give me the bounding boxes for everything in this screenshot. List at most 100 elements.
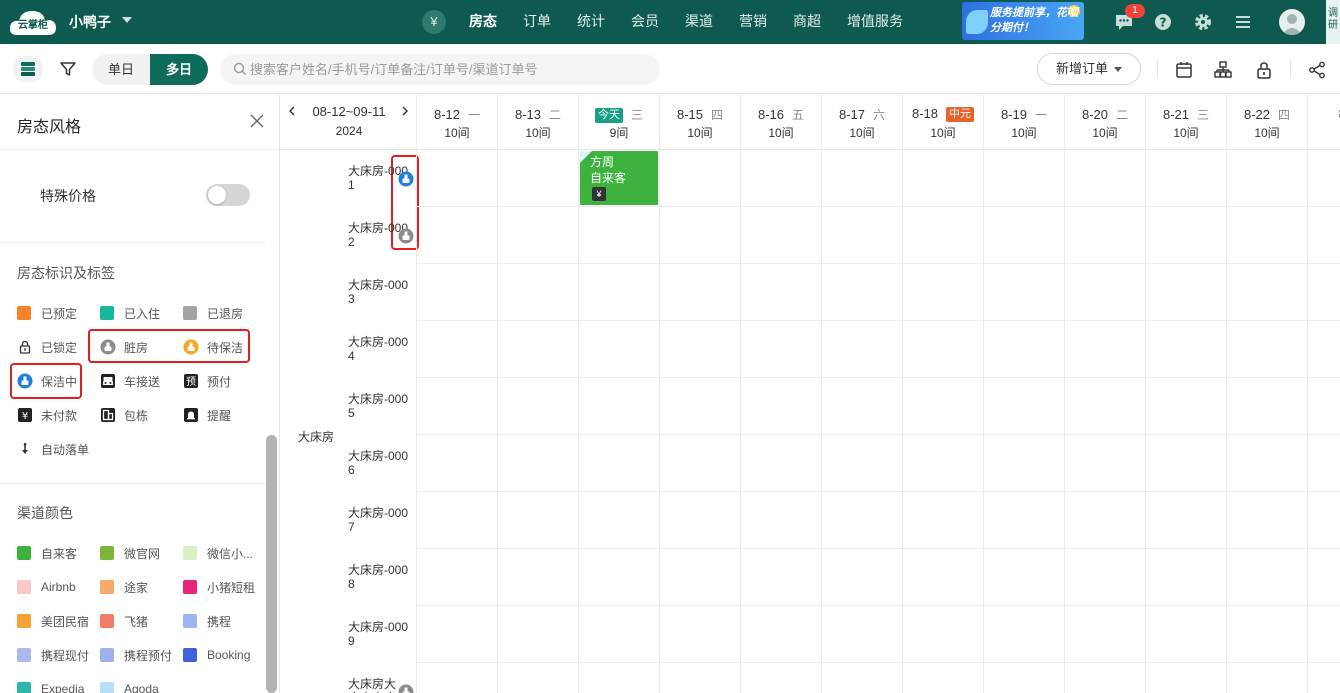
nav-item[interactable]: 渠道: [685, 0, 713, 44]
lock-icon[interactable]: [1254, 60, 1274, 80]
banner-text: 服务提前享，花呗分期付！: [990, 7, 1078, 34]
day-date: 8-12: [433, 107, 460, 122]
panel-scrollbar[interactable]: [266, 435, 277, 693]
status-legend-label: 自动落单: [41, 442, 90, 457]
panel-title: 房态风格: [17, 119, 82, 136]
room-name[interactable]: 大床房-0007: [348, 506, 410, 534]
currency-icon[interactable]: ¥: [422, 10, 446, 34]
nav-item[interactable]: 会员: [631, 0, 659, 44]
booking-block[interactable]: 方周 自来客 ¥: [580, 151, 658, 205]
help-icon[interactable]: ?: [1153, 12, 1173, 32]
room-name[interactable]: 大床房-0005: [348, 392, 410, 420]
day-date: 8-18: [911, 106, 939, 121]
day-date: 8-16: [757, 107, 784, 122]
room-name[interactable]: 大床房大床房大床: [348, 677, 404, 693]
dirty-room-icon[interactable]: [398, 228, 414, 244]
grid-row-line: [417, 377, 1340, 378]
day-column-header[interactable]: 今天三 9间: [579, 95, 660, 150]
day-column-header[interactable]: 8-20 二 10间: [1065, 95, 1146, 150]
day-date-line: 8-16 五: [741, 106, 821, 123]
new-order-button[interactable]: 新增订单: [1037, 53, 1141, 85]
nav-item[interactable]: 增值服务: [847, 0, 903, 44]
grid-row-line: [417, 320, 1340, 321]
multi-day-button[interactable]: 多日: [150, 54, 208, 85]
promo-banner[interactable]: 服务提前享，花呗分期付！: [962, 2, 1084, 40]
channel-legend-label: Airbnb: [41, 580, 76, 594]
grid-column-line: [578, 150, 579, 693]
day-date-line: 8-2: [1308, 106, 1340, 121]
nav-item[interactable]: 营销: [739, 0, 767, 44]
day-date: 8-13: [514, 107, 541, 122]
whole-building-icon: [100, 407, 116, 423]
nav-item[interactable]: 商超: [793, 0, 821, 44]
day-weekday: 一: [468, 108, 481, 122]
day-column-header[interactable]: 8-22 四 10间: [1227, 95, 1308, 150]
svg-text:预: 预: [186, 376, 196, 388]
menu-icon[interactable]: [1233, 12, 1253, 32]
channel-legend-label: Expedia: [41, 682, 85, 693]
hotel-name[interactable]: 小鸭子: [69, 12, 111, 32]
special-price-toggle[interactable]: [206, 184, 250, 206]
day-column-header[interactable]: 8-13 二 10间: [498, 95, 579, 150]
day-column-header[interactable]: 8-2: [1308, 95, 1340, 150]
svg-text:?: ?: [1160, 16, 1167, 30]
day-column-header[interactable]: 8-16 五 10间: [741, 95, 822, 150]
status-legend-item: 预预付: [183, 372, 231, 390]
day-date-line: 8-22 四: [1227, 106, 1307, 123]
channel-legend-label: 小猪短租: [207, 580, 256, 595]
day-date: 8-22: [1243, 107, 1270, 122]
status-legend-item: 已入住: [100, 304, 160, 322]
panel-header: 房态风格: [0, 95, 279, 150]
hotel-switch-caret-icon[interactable]: [122, 17, 132, 23]
room-name[interactable]: 大床房-0004: [348, 335, 410, 363]
channel-legend-label: Agoda: [124, 682, 159, 693]
grid-column-line: [416, 150, 417, 693]
status-legend-label: 已入住: [124, 306, 161, 321]
filter-icon[interactable]: [58, 59, 78, 79]
nav-item[interactable]: 统计: [577, 0, 605, 44]
banner-decoration-icon: [966, 10, 988, 34]
booking-channel: 自来客: [590, 171, 627, 185]
room-layout-icon[interactable]: [1213, 60, 1233, 80]
day-date-line: 8-12 一: [417, 106, 497, 123]
status-legend-label: 未付款: [41, 408, 78, 423]
day-weekday: 五: [792, 108, 805, 122]
day-column-header[interactable]: 8-15 四 10间: [660, 95, 741, 150]
user-avatar[interactable]: [1279, 9, 1305, 35]
search-input[interactable]: [250, 54, 650, 85]
status-legend-item: 已锁定: [17, 338, 77, 356]
nav-item[interactable]: 房态: [469, 0, 497, 44]
chevron-right-icon[interactable]: [399, 104, 411, 118]
close-icon[interactable]: [249, 113, 265, 129]
app-logo[interactable]: 云掌柜: [9, 7, 57, 37]
layers-icon[interactable]: [13, 56, 43, 82]
day-column-header[interactable]: 8-19 一 10间: [984, 95, 1065, 150]
day-weekday: 三: [630, 108, 643, 122]
day-column-header[interactable]: 8-21 三 10间: [1146, 95, 1227, 150]
day-column-header[interactable]: 8-17 六 10间: [822, 95, 903, 150]
room-name[interactable]: 大床房-0008: [348, 563, 410, 591]
dirty-room-icon[interactable]: [398, 684, 414, 693]
day-column-header[interactable]: 8-12 一 10间: [417, 95, 498, 150]
day-column-header[interactable]: 8-18 中元 10间: [903, 95, 984, 150]
room-name[interactable]: 大床房-0009: [348, 620, 410, 648]
cleaning-icon[interactable]: [398, 171, 414, 187]
calendar-icon[interactable]: [1174, 60, 1194, 80]
share-icon[interactable]: [1307, 60, 1327, 80]
day-available-rooms: 10间: [444, 126, 470, 140]
channel-color-swatch: [183, 614, 197, 628]
view-mode-toggle: 单日 多日: [92, 54, 208, 85]
highlight-box: [10, 363, 82, 399]
survey-side-tab[interactable]: 调研: [1326, 0, 1340, 44]
date-range-year: 2024: [335, 124, 363, 138]
room-name[interactable]: 大床房-0006: [348, 449, 410, 477]
day-date-line: 8-21 三: [1146, 106, 1226, 123]
day-date-line: 8-19 一: [984, 106, 1064, 123]
single-day-button[interactable]: 单日: [92, 54, 150, 85]
room-name[interactable]: 大床房-0003: [348, 278, 410, 306]
date-range[interactable]: 08-12~09-11: [281, 104, 417, 119]
today-tag: 今天: [594, 108, 623, 123]
nav-item[interactable]: 订单: [523, 0, 551, 44]
channel-color-swatch: [17, 580, 31, 594]
settings-gear-icon[interactable]: [1193, 12, 1213, 32]
